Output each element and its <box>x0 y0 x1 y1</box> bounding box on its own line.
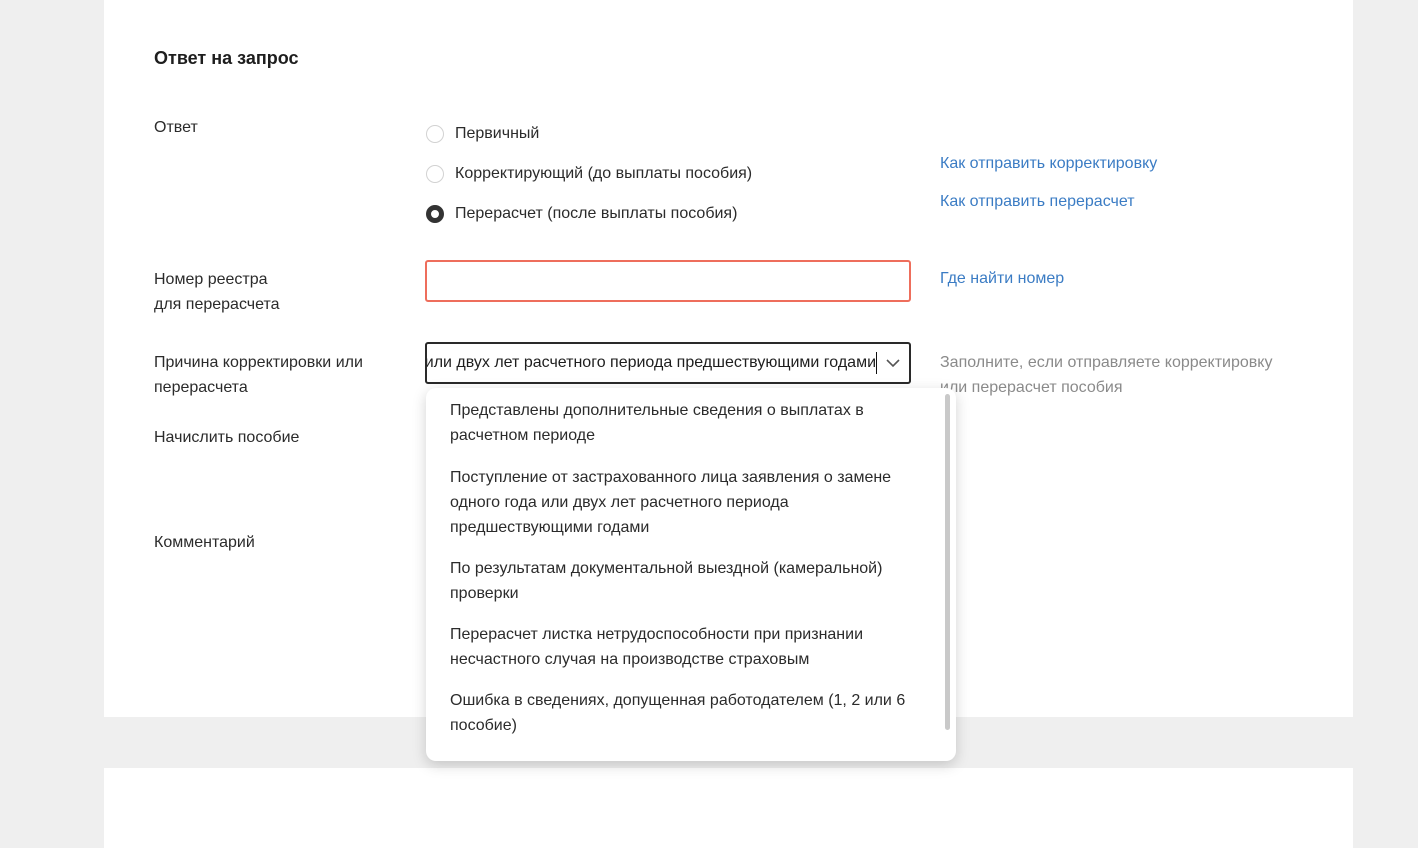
reason-option-3-line1: По результатам документальной выездной (… <box>450 560 883 577</box>
next-section-card <box>104 768 1353 848</box>
reason-dropdown-list[interactable]: Представлены дополнительные сведения о в… <box>426 388 956 761</box>
reason-option-2[interactable]: Поступление от застрахованного лица заяв… <box>450 465 938 540</box>
reason-option-3[interactable]: По результатам документальной выездной (… <box>450 556 938 606</box>
how-to-send-correction-link[interactable]: Как отправить корректировку <box>940 155 1157 173</box>
reason-option-5-line2: пособие) <box>450 717 517 734</box>
registry-number-input[interactable] <box>425 260 911 302</box>
radio-correction-label: Корректирующий (до выплаты пособия) <box>455 165 753 182</box>
reason-option-1-line1: Представлены дополнительные сведения о в… <box>450 402 864 419</box>
accrue-benefit-label: Начислить пособие <box>154 429 300 446</box>
reason-hint-line2: или перерасчет пособия <box>940 379 1123 396</box>
comment-label: Комментарий <box>154 534 255 551</box>
radio-correction-circle[interactable] <box>426 165 444 183</box>
radio-recalculation-circle[interactable] <box>426 205 444 223</box>
answer-label: Ответ <box>154 119 198 136</box>
reason-option-2-line1: Поступление от застрахованного лица заяв… <box>450 469 892 486</box>
dropdown-scrollbar-thumb[interactable] <box>945 394 950 730</box>
registry-number-label-line2: для перерасчета <box>154 296 280 313</box>
reason-option-2-line3: предшествующими годами <box>450 519 650 536</box>
reason-option-4[interactable]: Перерасчет листка нетрудоспособности при… <box>450 622 938 672</box>
reason-option-1[interactable]: Представлены дополнительные сведения о в… <box>450 398 938 448</box>
reason-option-4-line1: Перерасчет листка нетрудоспособности при… <box>450 626 864 643</box>
reason-label-line1: Причина корректировки или <box>154 354 363 371</box>
radio-primary-circle[interactable] <box>426 125 444 143</box>
reason-option-4-line2: несчастного случая на производстве страх… <box>450 651 810 668</box>
dropdown-scrollbar[interactable] <box>945 394 950 756</box>
radio-recalculation[interactable]: Перерасчет (после выплаты пособия) <box>426 202 737 226</box>
reason-option-1-line2: расчетном периоде <box>450 427 596 444</box>
radio-primary[interactable]: Первичный <box>426 122 539 146</box>
how-to-send-recalculation-link[interactable]: Как отправить перерасчет <box>940 193 1135 211</box>
radio-recalculation-label: Перерасчет (после выплаты пособия) <box>455 205 738 222</box>
reason-option-5[interactable]: Ошибка в сведениях, допущенная работодат… <box>450 688 938 738</box>
reason-option-3-line2: проверки <box>450 585 519 602</box>
registry-number-label: Номер реестра для перерасчета <box>154 267 280 317</box>
reason-hint: Заполните, если отправляете корректировк… <box>940 350 1272 400</box>
reason-label-line2: перерасчета <box>154 379 248 396</box>
chevron-down-icon[interactable] <box>877 345 909 381</box>
reason-select-value[interactable]: Поступление от застрахованного лица заяв… <box>427 352 877 374</box>
where-to-find-number-link[interactable]: Где найти номер <box>940 270 1064 288</box>
radio-correction[interactable]: Корректирующий (до выплаты пособия) <box>426 162 752 186</box>
reason-select[interactable]: Поступление от застрахованного лица заяв… <box>425 342 911 384</box>
reason-label: Причина корректировки или перерасчета <box>154 350 363 400</box>
reason-hint-line1: Заполните, если отправляете корректировк… <box>940 354 1273 371</box>
radio-primary-label: Первичный <box>455 125 540 142</box>
reason-option-2-line2: одного года или двух лет расчетного пери… <box>450 494 789 511</box>
section-title: Ответ на запрос <box>154 48 299 68</box>
reason-option-5-line1: Ошибка в сведениях, допущенная работодат… <box>450 692 906 709</box>
registry-number-label-line1: Номер реестра <box>154 271 268 288</box>
